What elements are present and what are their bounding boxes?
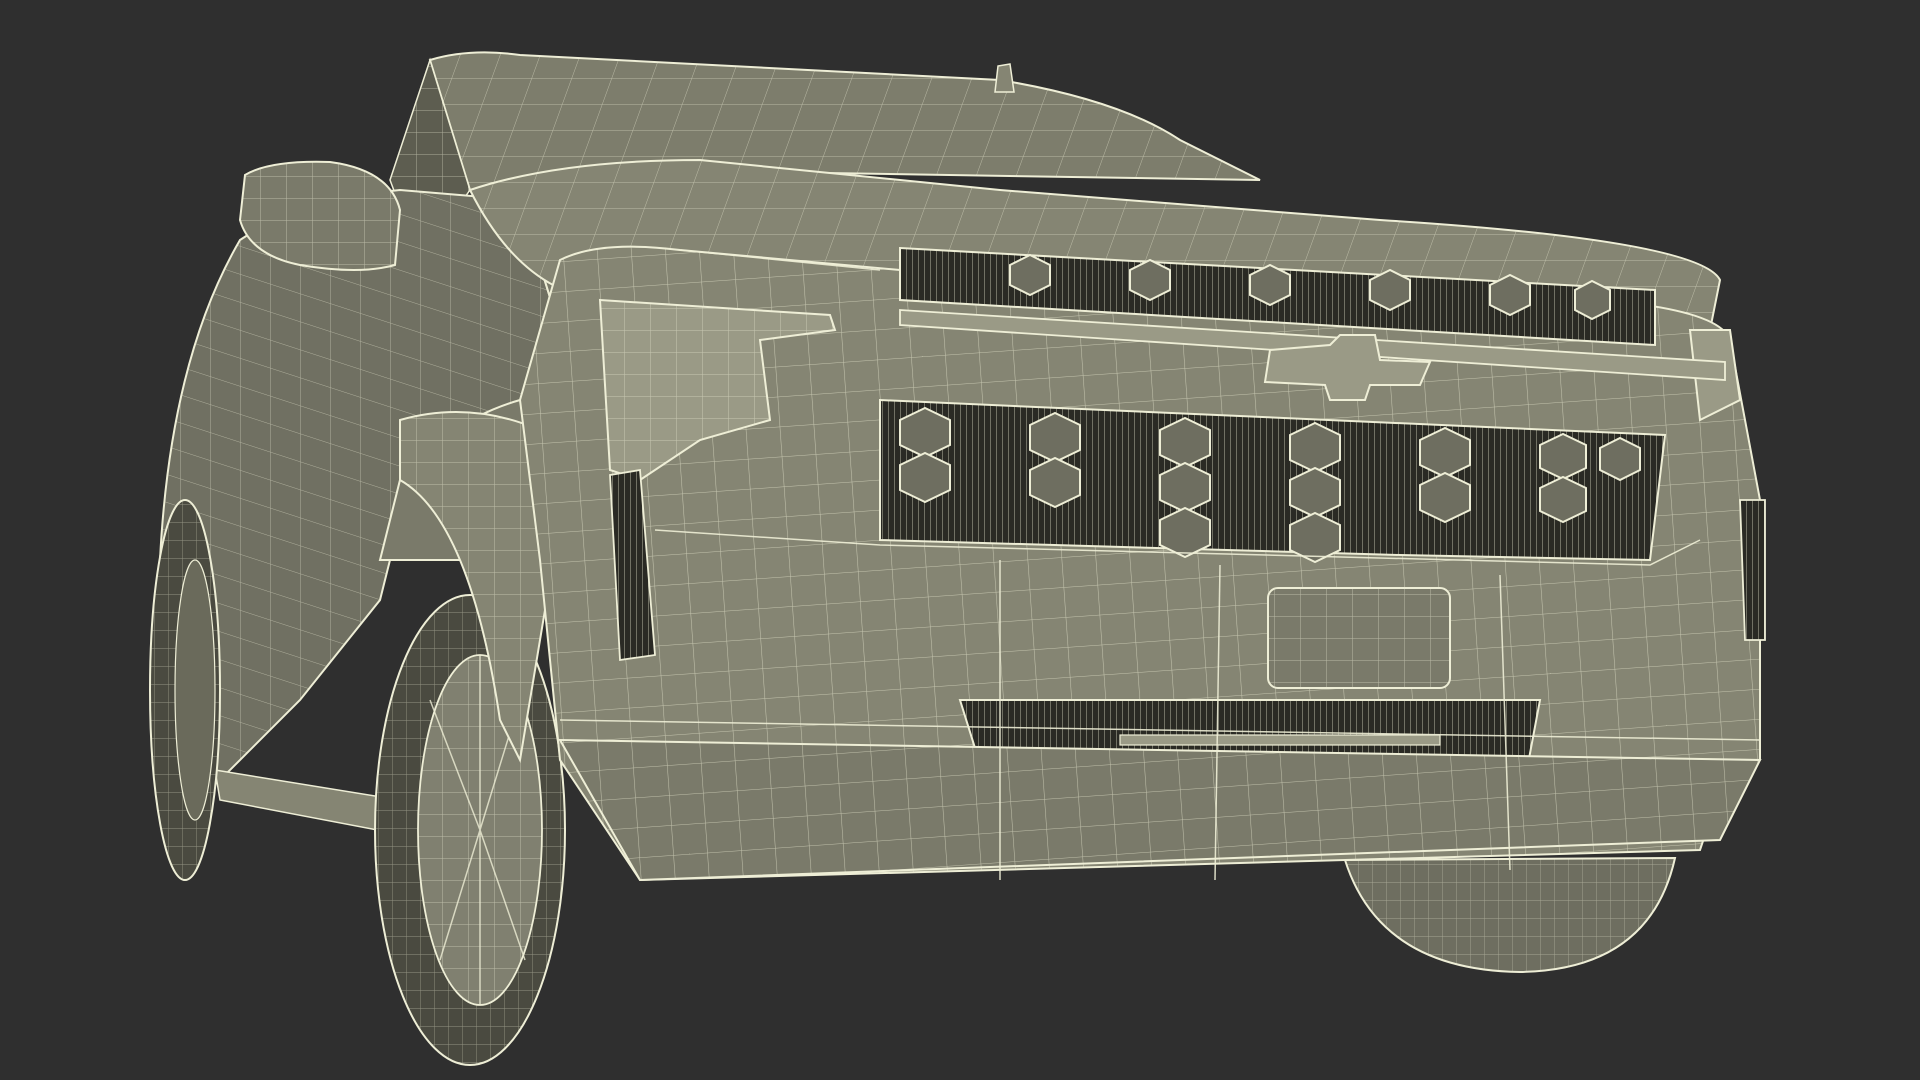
- license-plate-mount: [1267, 587, 1451, 689]
- rear-left-wheel: [149, 499, 221, 881]
- render-viewport: [0, 0, 1920, 1080]
- suv-wireframe-render: [0, 0, 1920, 1080]
